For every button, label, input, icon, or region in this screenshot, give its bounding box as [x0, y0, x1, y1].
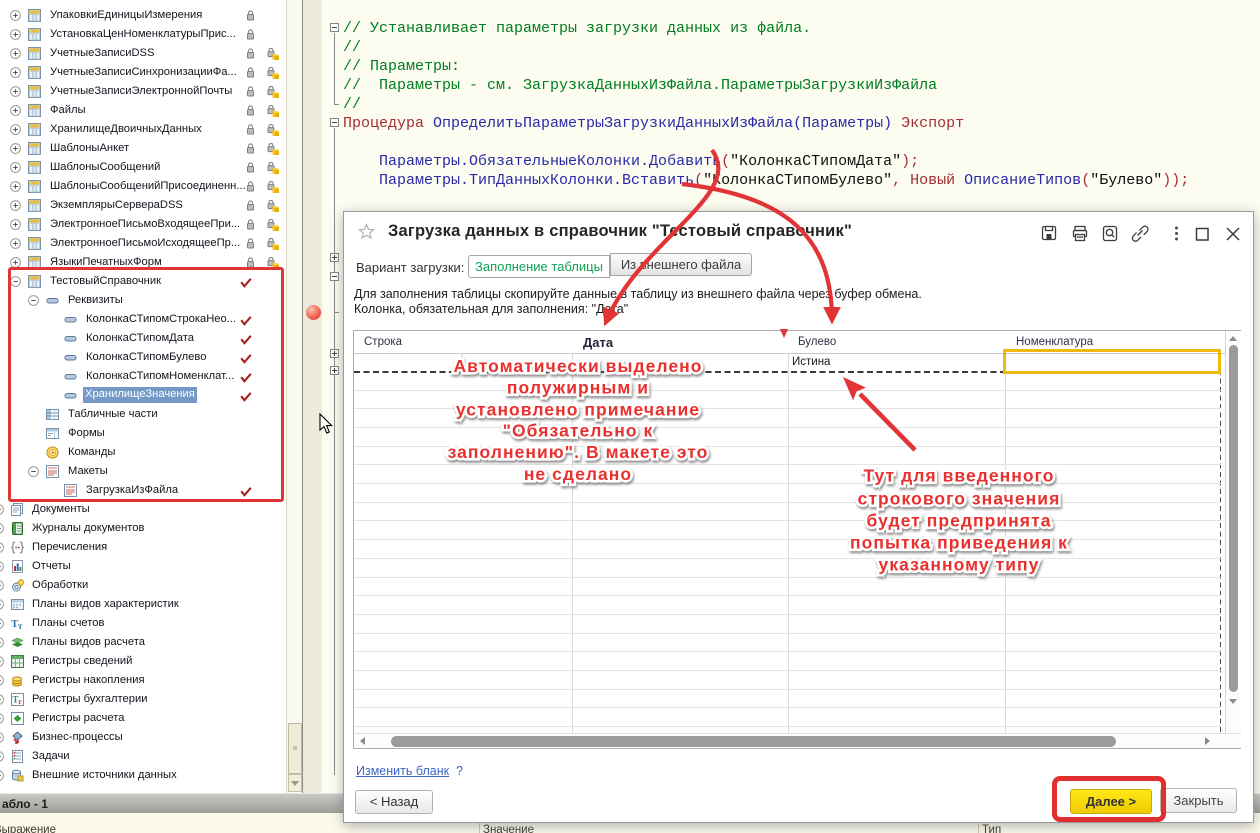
svg-text:т: т [18, 698, 22, 706]
svg-text:т: т [18, 621, 23, 630]
